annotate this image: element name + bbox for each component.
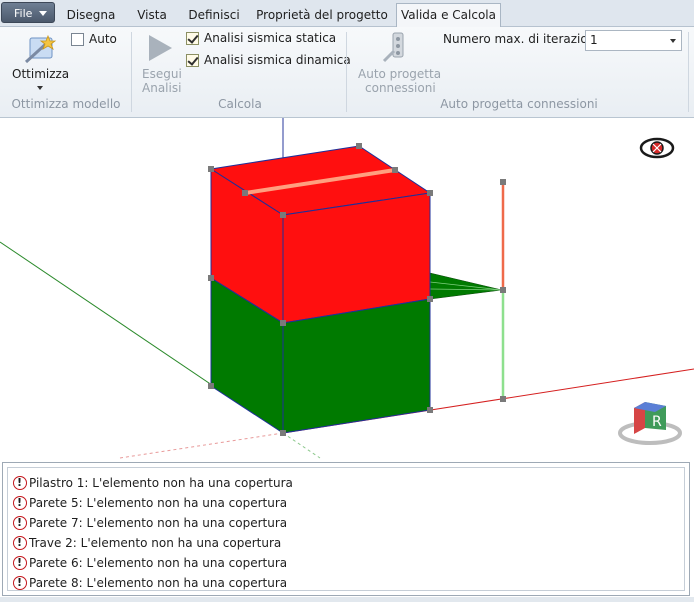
group-label-ottimizza-modello: Ottimizza modello (11, 97, 121, 111)
iterazioni-value: 1 (590, 33, 598, 47)
group-divider (346, 32, 347, 112)
list-item[interactable]: Parete 7: L'elemento non ha una copertur… (13, 514, 287, 532)
x-axis-negative (119, 432, 284, 459)
tab-vista[interactable]: Vista (130, 4, 174, 27)
tab-valida-e-calcola[interactable]: Valida e Calcola (396, 3, 501, 28)
esegui-analisi-button[interactable]: Esegui Analisi (137, 30, 182, 95)
analisi-statica-checkbox[interactable] (186, 32, 199, 45)
ottimizza-button[interactable]: Ottimizza (8, 30, 70, 92)
messages-panel: Pilastro 1: L'elemento non ha una copert… (2, 462, 690, 596)
y-axis-negative (282, 432, 321, 459)
iterazioni-label: Numero max. di iterazioni (443, 32, 599, 46)
auto-label: Auto (89, 32, 117, 46)
message-text: Trave 2: L'elemento non ha una copertura (29, 536, 282, 550)
file-menu-label: File (14, 7, 33, 20)
file-menu-button[interactable]: File (1, 2, 55, 23)
warning-icon (13, 474, 27, 492)
connection-bolt-icon (382, 32, 404, 63)
warning-icon (13, 534, 27, 552)
model-canvas[interactable]: R (0, 118, 694, 460)
analisi-label: Analisi (142, 81, 182, 95)
ribbon-tab-bar: File Disegna Vista Definisci Proprietà d… (0, 0, 694, 28)
lower-block-right-face[interactable] (282, 298, 431, 434)
esegui-label: Esegui (142, 67, 182, 81)
view-cube-face-label: R (652, 414, 662, 430)
view-cube-icon[interactable]: R (618, 402, 682, 445)
warning-icon (13, 554, 27, 572)
warning-icon (13, 574, 27, 592)
ribbon-panel: Ottimizza Auto Ottimizza modello Esegui … (0, 27, 694, 118)
connessioni-label: connessioni (365, 81, 436, 95)
optimize-wand-icon (24, 34, 57, 64)
message-text: Parete 6: L'elemento non ha una copertur… (29, 556, 288, 570)
3d-model-viewport[interactable]: R (0, 118, 694, 460)
visibility-eye-icon[interactable] (639, 137, 675, 159)
group-divider (688, 32, 689, 112)
group-label-calcola: Calcola (218, 97, 262, 111)
iterazioni-select[interactable]: 1 (585, 30, 682, 51)
message-text: Pilastro 1: L'elemento non ha una copert… (29, 476, 293, 490)
ottimizza-label: Ottimizza (12, 67, 70, 81)
chevron-down-icon (37, 86, 43, 90)
auto-progetta-connessioni-button[interactable]: Auto progetta connessioni (354, 30, 441, 95)
list-item[interactable]: Parete 8: L'elemento non ha una copertur… (13, 574, 287, 592)
message-text: Parete 7: L'elemento non ha una copertur… (29, 516, 288, 530)
status-strip (0, 597, 694, 602)
play-icon (149, 35, 172, 61)
group-label-auto-progetta-connessioni: Auto progetta connessioni (440, 97, 598, 111)
analisi-dinamica-label: Analisi sismica dinamica (204, 53, 351, 67)
message-text: Parete 5: L'elemento non ha una copertur… (29, 496, 288, 510)
warning-icon (13, 514, 27, 532)
analisi-dinamica-checkbox[interactable] (186, 54, 199, 67)
list-item[interactable]: Parete 5: L'elemento non ha una copertur… (13, 494, 287, 512)
list-item[interactable]: Parete 6: L'elemento non ha una copertur… (13, 554, 287, 572)
group-divider (131, 32, 132, 112)
tab-disegna[interactable]: Disegna (62, 4, 120, 27)
chevron-down-icon (39, 11, 47, 16)
warning-icon (13, 494, 27, 512)
tab-definisci[interactable]: Definisci (183, 4, 245, 27)
list-item[interactable]: Pilastro 1: L'elemento non ha una copert… (13, 474, 293, 492)
chevron-down-icon (670, 39, 676, 43)
auto-progetta-label: Auto progetta (358, 67, 442, 81)
message-text: Parete 8: L'elemento non ha una copertur… (29, 576, 288, 590)
list-item[interactable]: Trave 2: L'elemento non ha una copertura (13, 534, 281, 552)
tab-proprieta-progetto[interactable]: Proprietà del progetto (254, 4, 390, 27)
messages-list[interactable]: Pilastro 1: L'elemento non ha una copert… (7, 467, 685, 592)
auto-checkbox[interactable] (71, 33, 84, 46)
analisi-statica-label: Analisi sismica statica (204, 31, 337, 45)
